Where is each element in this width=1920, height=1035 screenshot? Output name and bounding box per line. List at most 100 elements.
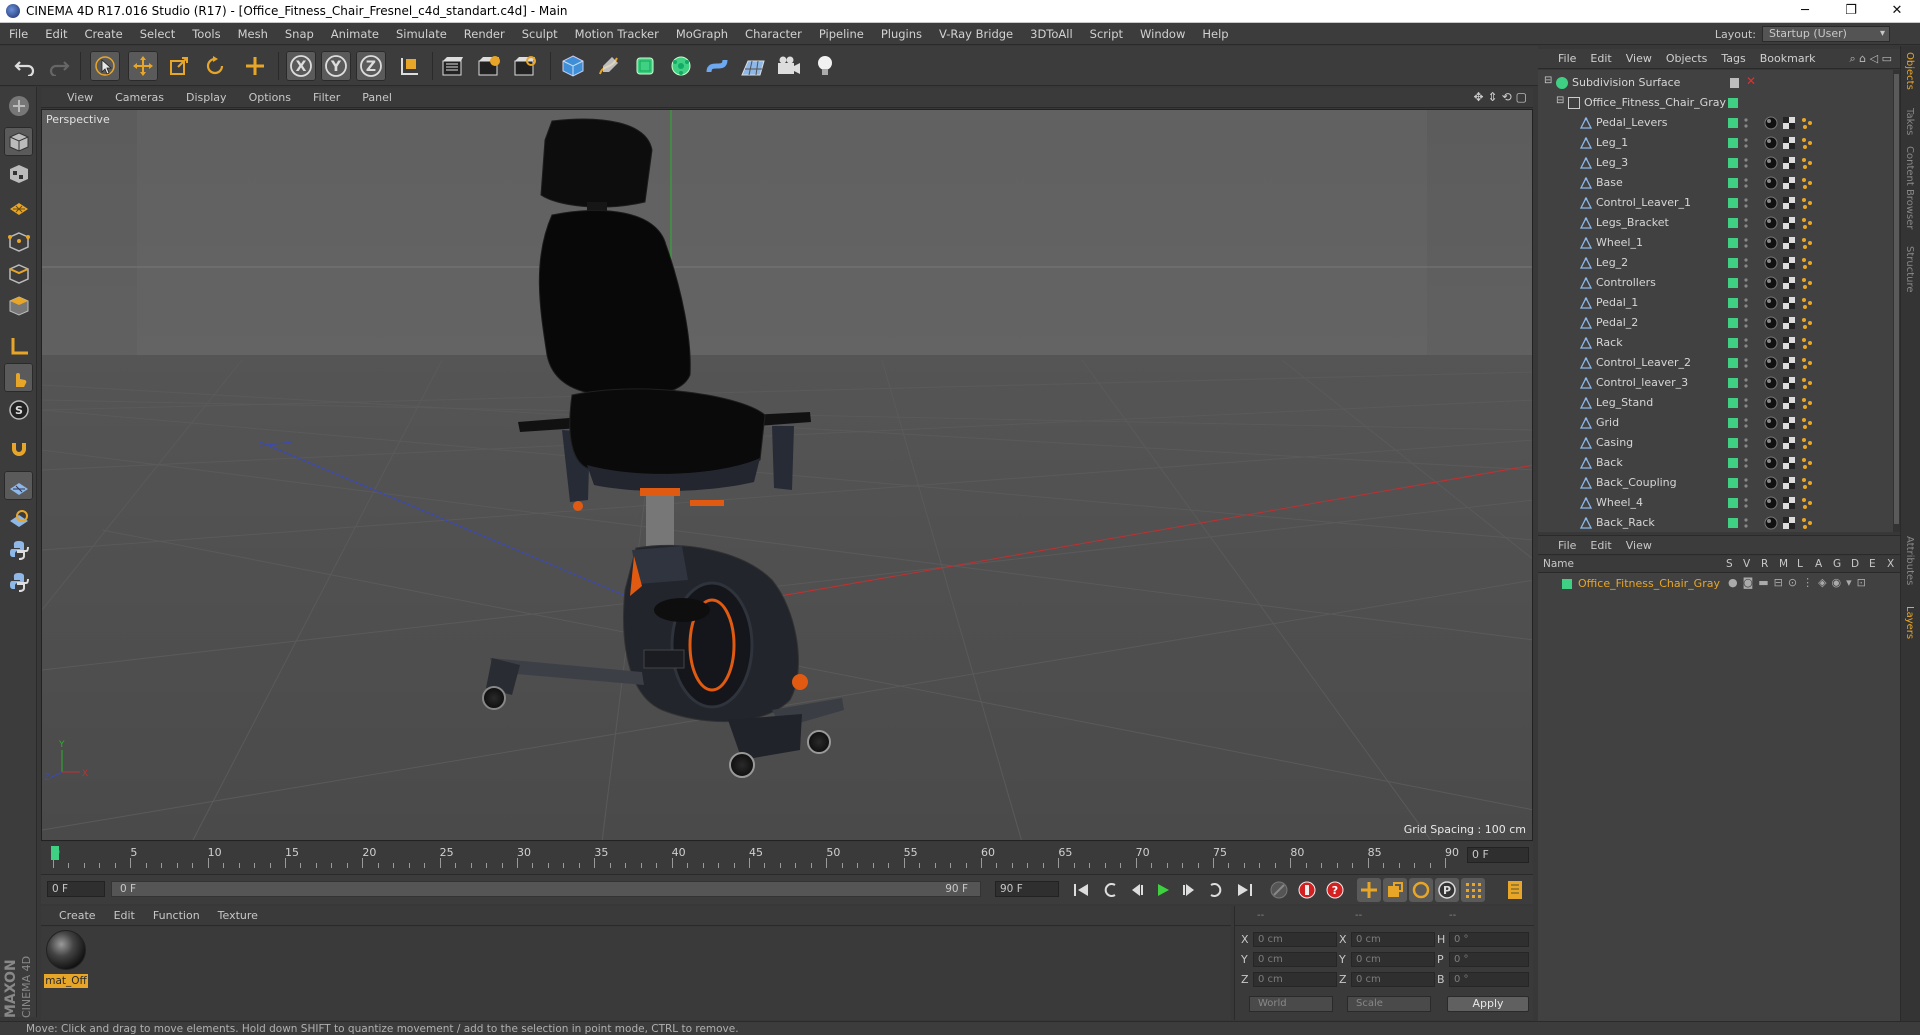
phong-tag-icon[interactable] [1800,496,1814,510]
visibility-dots-icon[interactable] [1743,475,1749,491]
dolly-icon[interactable]: ⇕ [1488,90,1498,104]
uvw-tag-icon[interactable] [1782,316,1796,330]
layer-color-icon[interactable] [1728,158,1738,168]
pen-spline-icon[interactable] [594,51,624,81]
rot-h-field[interactable]: 0 ° [1449,932,1529,947]
menu-plugins[interactable]: Plugins [872,27,930,41]
collapse-toggle-icon[interactable]: ⊟ [1556,95,1568,107]
menu-3dtoall[interactable]: 3DToAll [1021,27,1081,41]
menu-character[interactable]: Character [736,27,810,41]
uvw-tag-icon[interactable] [1782,376,1796,390]
object-row-wheel-1[interactable]: Wheel_1 [1538,233,1888,253]
pos-y-field[interactable]: 0 cm [1253,952,1337,967]
object-manager-scrollbar[interactable] [1893,70,1900,532]
layer-color-icon[interactable] [1728,98,1738,108]
side-tab-structure[interactable]: Structure [1904,246,1915,293]
phong-tag-icon[interactable] [1800,256,1814,270]
phong-tag-icon[interactable] [1800,316,1814,330]
menu-simulate[interactable]: Simulate [387,27,455,41]
uvw-tag-icon[interactable] [1782,356,1796,370]
subdivision-surface-icon[interactable] [630,51,660,81]
size-mode-dropdown[interactable]: Scale [1347,996,1431,1012]
scale-tool-icon[interactable] [164,51,194,81]
axis-mode-icon[interactable] [4,331,33,360]
phong-tag-icon[interactable] [1800,376,1814,390]
layer-color-icon[interactable] [1728,318,1738,328]
collapse-toggle-icon[interactable]: ⊟ [1544,75,1556,87]
object-row-control-leaver-3[interactable]: Control_leaver_3 [1538,373,1888,393]
material-tag-icon[interactable] [1764,136,1778,150]
record-keys-disabled-icon[interactable] [1267,878,1291,902]
cloner-icon[interactable] [666,51,696,81]
uvw-tag-icon[interactable] [1782,396,1796,410]
size-z-field[interactable]: 0 cm [1351,972,1435,987]
layout-dropdown[interactable]: Startup (User) [1762,26,1890,42]
material-tag-icon[interactable] [1764,376,1778,390]
playhead[interactable] [51,846,59,860]
visibility-dots-icon[interactable] [1743,375,1749,391]
phong-tag-icon[interactable] [1800,296,1814,310]
menu-create[interactable]: Create [76,27,131,41]
polygons-mode-icon[interactable] [4,291,33,320]
phong-tag-icon[interactable] [1800,396,1814,410]
material-tag-icon[interactable] [1764,456,1778,470]
next-key-icon[interactable] [1203,878,1227,902]
layers-menu-file[interactable]: File [1548,539,1580,552]
material-tag-icon[interactable] [1764,496,1778,510]
layer-color-icon[interactable] [1728,258,1738,268]
visibility-dots-icon[interactable] [1743,515,1749,531]
key-rotation-icon[interactable] [1409,878,1433,902]
uvw-tag-icon[interactable] [1782,136,1796,150]
phong-tag-icon[interactable] [1800,136,1814,150]
uvw-tag-icon[interactable] [1782,196,1796,210]
material-tag-icon[interactable] [1764,116,1778,130]
side-tab-objects[interactable]: Objects [1904,52,1915,90]
play-forward-icon[interactable] [1151,878,1175,902]
object-row-casing[interactable]: Casing [1538,433,1888,453]
object-row-pedal-levers[interactable]: Pedal_Levers [1538,113,1888,133]
layer-color-icon[interactable] [1728,378,1738,388]
side-tab-takes[interactable]: Takes [1904,108,1915,135]
layer-color-icon[interactable] [1728,418,1738,428]
uvw-tag-icon[interactable] [1782,116,1796,130]
editor-visibility-check-icon[interactable] [1730,78,1739,88]
next-frame-icon[interactable] [1177,878,1201,902]
timeline-ruler[interactable]: 051015202530354045505560657075808590 0 F [41,842,1533,878]
phong-tag-icon[interactable] [1800,236,1814,250]
material-tag-icon[interactable] [1764,236,1778,250]
objects-menu-bookmarks[interactable]: Bookmark [1750,52,1820,65]
phong-tag-icon[interactable] [1800,276,1814,290]
layer-color-icon[interactable] [1728,398,1738,408]
key-point-level-icon[interactable] [1461,878,1485,902]
viewport-menu-panel[interactable]: Panel [350,91,402,104]
render-settings-icon[interactable] [510,51,540,81]
objects-menu-file[interactable]: File [1548,52,1580,65]
object-row-grid[interactable]: Grid [1538,413,1888,433]
material-tag-icon[interactable] [1764,336,1778,350]
object-row-back-rack[interactable]: Back_Rack [1538,513,1888,532]
rot-p-field[interactable]: 0 ° [1449,952,1529,967]
maximize-view-icon[interactable]: ▢ [1516,90,1527,104]
menu-script[interactable]: Script [1081,27,1131,41]
layer-color-icon[interactable] [1728,278,1738,288]
material-tag-icon[interactable] [1764,516,1778,530]
object-row-rack[interactable]: Rack [1538,333,1888,353]
material-tag-icon[interactable] [1764,396,1778,410]
layer-toggle-icons[interactable]: ●◙▬⊟⊙⋮◈◉▾⊡ [1728,576,1871,589]
material-menu-texture[interactable]: Texture [206,909,264,922]
menu-snap[interactable]: Snap [276,27,322,41]
object-row-controllers[interactable]: Controllers [1538,273,1888,293]
object-row-group[interactable]: ⊟ Office_Fitness_Chair_Gray [1538,93,1888,113]
object-row-leg-3[interactable]: Leg_3 [1538,153,1888,173]
undo-icon[interactable] [10,51,40,81]
close-button[interactable]: ✕ [1874,0,1920,22]
layer-color-icon[interactable] [1728,218,1738,228]
texture-mode-icon[interactable] [4,159,33,188]
minimize-button[interactable]: ─ [1782,0,1828,22]
material-tag-icon[interactable] [1764,276,1778,290]
move-tool-icon[interactable] [128,51,158,81]
visibility-dots-icon[interactable] [1743,195,1749,211]
menu-mograph[interactable]: MoGraph [667,27,736,41]
phong-tag-icon[interactable] [1800,416,1814,430]
menu-pipeline[interactable]: Pipeline [810,27,872,41]
